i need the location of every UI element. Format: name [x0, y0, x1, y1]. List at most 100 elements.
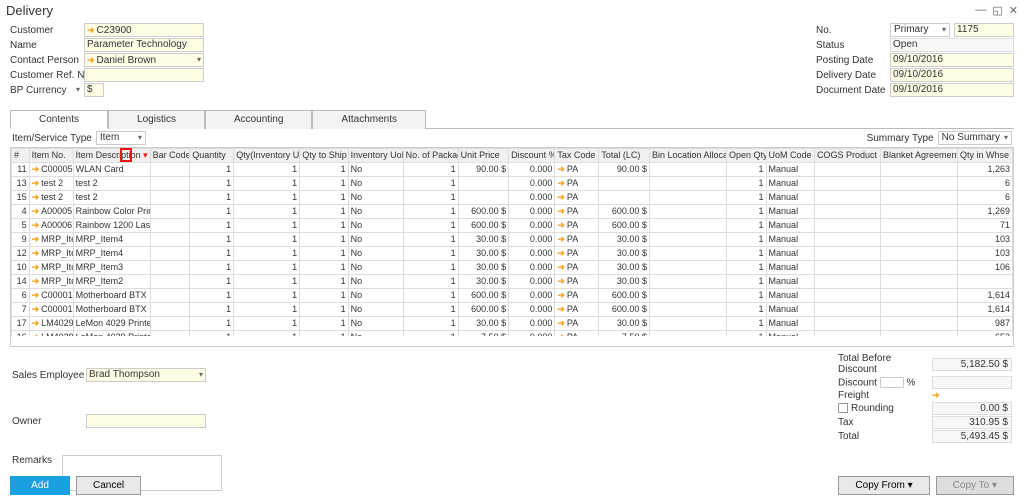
cell-total[interactable]: 7.50 $: [599, 331, 650, 337]
cell-total[interactable]: 30.00 $: [599, 233, 650, 247]
cell-hash[interactable]: 14: [12, 275, 30, 289]
chevron-down-icon[interactable]: ▾: [942, 24, 946, 36]
cell-hash[interactable]: 4: [12, 205, 30, 219]
cell-barcode[interactable]: [150, 191, 190, 205]
cell-blanket[interactable]: [880, 191, 957, 205]
col-nopkg[interactable]: No. of Packages: [403, 149, 458, 163]
cell-binloc[interactable]: [649, 205, 726, 219]
cell-hash[interactable]: 17: [12, 317, 30, 331]
cell-quantity[interactable]: 1: [190, 233, 234, 247]
link-arrow-icon[interactable]: ➜: [557, 234, 565, 245]
cell-qtyinv[interactable]: 1: [234, 261, 300, 275]
cell-pkg[interactable]: 1: [403, 219, 458, 233]
line-items-grid[interactable]: # Item No. Item Description▾ Bar Code Qu…: [10, 147, 1014, 347]
cell-whse[interactable]: 1,269: [957, 205, 1012, 219]
table-row[interactable]: 9➜MRP_ItemMRP_Item4111No130.00 $0.000➜PA…: [12, 233, 1013, 247]
discount-pct-input[interactable]: [880, 377, 904, 388]
cell-tax[interactable]: ➜PA: [555, 219, 599, 233]
col-qtytoship[interactable]: Qty to Ship: [300, 149, 348, 163]
cell-itemno[interactable]: ➜C00005: [29, 163, 73, 177]
cell-discount[interactable]: 0.000: [509, 303, 555, 317]
cell-itemno[interactable]: ➜MRP_Item: [29, 261, 73, 275]
cell-price[interactable]: 30.00 $: [458, 233, 509, 247]
table-row[interactable]: 7➜C00001Motherboard BTX111No1600.00 $0.0…: [12, 303, 1013, 317]
link-arrow-icon[interactable]: ➜: [557, 262, 565, 273]
cell-itemno[interactable]: ➜test 2: [29, 177, 73, 191]
cell-total[interactable]: 30.00 $: [599, 275, 650, 289]
cell-qtyinv[interactable]: 1: [234, 177, 300, 191]
table-row[interactable]: 5➜A00006Rainbow 1200 Laser S111No1600.00…: [12, 219, 1013, 233]
cell-qtyinv[interactable]: 1: [234, 275, 300, 289]
cell-discount[interactable]: 0.000: [509, 205, 555, 219]
cell-quantity[interactable]: 1: [190, 205, 234, 219]
cell-ship[interactable]: 1: [300, 275, 348, 289]
cell-binloc[interactable]: [649, 177, 726, 191]
cell-pkg[interactable]: 1: [403, 289, 458, 303]
cell-ship[interactable]: 1: [300, 163, 348, 177]
cell-hash[interactable]: 15: [12, 191, 30, 205]
link-arrow-icon[interactable]: ➜: [32, 248, 40, 259]
cell-binloc[interactable]: [649, 289, 726, 303]
cell-quantity[interactable]: 1: [190, 275, 234, 289]
cell-quantity[interactable]: 1: [190, 163, 234, 177]
cell-pkg[interactable]: 1: [403, 303, 458, 317]
copyto-button[interactable]: Copy To ▾: [936, 476, 1014, 495]
cell-binloc[interactable]: [649, 261, 726, 275]
cell-ship[interactable]: 1: [300, 261, 348, 275]
cell-cogs[interactable]: [814, 233, 880, 247]
cell-uomcode[interactable]: Manual: [766, 191, 814, 205]
cell-ship[interactable]: 1: [300, 303, 348, 317]
cell-openqty[interactable]: 1: [726, 219, 766, 233]
cell-invuom[interactable]: No: [348, 303, 403, 317]
cell-invuom[interactable]: No: [348, 177, 403, 191]
col-cogs[interactable]: COGS Product Line: [814, 149, 880, 163]
cell-openqty[interactable]: 1: [726, 261, 766, 275]
cell-qtyinv[interactable]: 1: [234, 303, 300, 317]
cell-pkg[interactable]: 1: [403, 275, 458, 289]
cell-pkg[interactable]: 1: [403, 317, 458, 331]
cell-discount[interactable]: 0.000: [509, 177, 555, 191]
cell-invuom[interactable]: No: [348, 205, 403, 219]
cell-openqty[interactable]: 1: [726, 177, 766, 191]
cell-whse[interactable]: 6: [957, 191, 1012, 205]
cell-ship[interactable]: 1: [300, 205, 348, 219]
cell-uomcode[interactable]: Manual: [766, 247, 814, 261]
cell-price[interactable]: 90.00 $: [458, 163, 509, 177]
cell-uomcode[interactable]: Manual: [766, 219, 814, 233]
col-binloc[interactable]: Bin Location Allocation: [649, 149, 726, 163]
cell-uomcode[interactable]: Manual: [766, 233, 814, 247]
cell-hash[interactable]: 9: [12, 233, 30, 247]
cell-discount[interactable]: 0.000: [509, 331, 555, 337]
cell-total[interactable]: 600.00 $: [599, 219, 650, 233]
cell-blanket[interactable]: [880, 219, 957, 233]
cell-barcode[interactable]: [150, 247, 190, 261]
cell-cogs[interactable]: [814, 177, 880, 191]
cell-whse[interactable]: 103: [957, 233, 1012, 247]
link-arrow-icon[interactable]: ➜: [557, 332, 565, 336]
cell-blanket[interactable]: [880, 177, 957, 191]
link-arrow-icon[interactable]: ➜: [32, 304, 40, 315]
cell-hash[interactable]: 11: [12, 163, 30, 177]
cell-ship[interactable]: 1: [300, 317, 348, 331]
link-arrow-icon[interactable]: ➜: [557, 192, 565, 203]
cell-hash[interactable]: 16: [12, 331, 30, 337]
link-arrow-icon[interactable]: ➜: [932, 390, 940, 401]
cell-itemno[interactable]: ➜LM4029PH: [29, 317, 73, 331]
cell-openqty[interactable]: 1: [726, 317, 766, 331]
rounding-checkbox[interactable]: [838, 403, 848, 413]
cell-itemdesc[interactable]: MRP_Item2: [73, 275, 150, 289]
cell-barcode[interactable]: [150, 177, 190, 191]
cell-quantity[interactable]: 1: [190, 303, 234, 317]
cell-openqty[interactable]: 1: [726, 191, 766, 205]
cell-whse[interactable]: 106: [957, 261, 1012, 275]
postingdate-field[interactable]: 09/10/2016: [890, 53, 1014, 67]
link-arrow-icon[interactable]: ➜: [32, 206, 40, 217]
cell-qtyinv[interactable]: 1: [234, 163, 300, 177]
cell-qtyinv[interactable]: 1: [234, 289, 300, 303]
cell-itemno[interactable]: ➜A00005: [29, 205, 73, 219]
tab-contents[interactable]: Contents: [10, 110, 108, 129]
owner-field[interactable]: [86, 414, 206, 428]
link-arrow-icon[interactable]: ➜: [557, 304, 565, 315]
add-button[interactable]: Add: [10, 476, 70, 495]
table-row[interactable]: 17➜LM4029PHLeMon 4029 Printer H111No130.…: [12, 317, 1013, 331]
